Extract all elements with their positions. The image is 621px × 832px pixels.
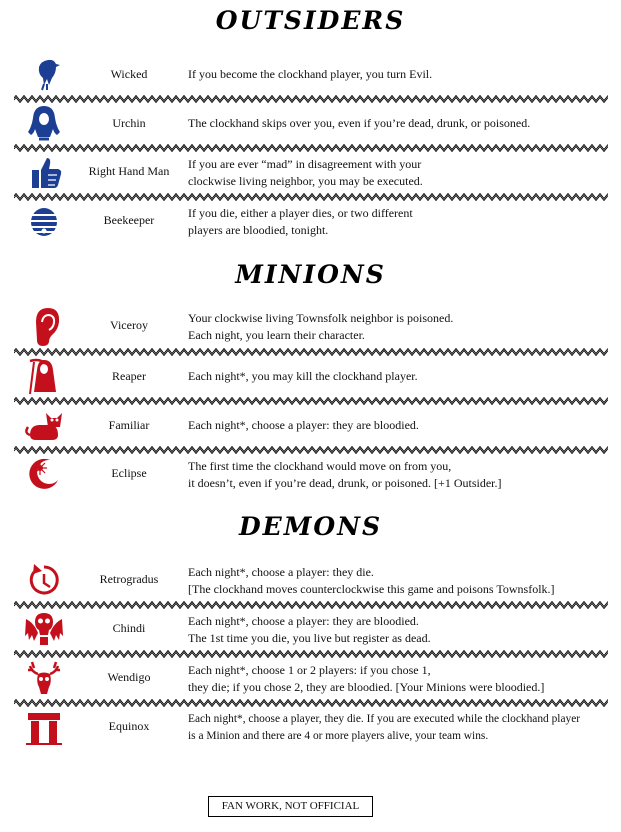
character-row-reaper: Reaper Each night*, you may kill the cloc… xyxy=(14,356,608,400)
minions-heading: MINIONS xyxy=(235,260,386,289)
ability-text: Each night*, choose a player: they are b… xyxy=(188,613,608,646)
cat-icon xyxy=(22,405,66,445)
character-name: Reaper xyxy=(112,369,146,383)
character-row-equinox: Equinox Each night*, choose a player, the… xyxy=(14,707,608,751)
character-name: Viceroy xyxy=(110,318,148,332)
ability-line: Each night*, choose a player: they are b… xyxy=(188,614,419,628)
ability-line: players are bloodied, tonight. xyxy=(188,222,329,237)
ability-text: If you are ever “mad” in disagreement wi… xyxy=(188,156,608,189)
ability-line: If you die, either a player dies, or two… xyxy=(188,206,413,220)
ability-line: it doesn’t, even if you’re dead, drunk, … xyxy=(188,475,502,490)
ability-line: [The clockhand moves counterclockwise th… xyxy=(188,581,555,596)
counterclockwise-icon xyxy=(22,560,66,600)
zigzag-divider xyxy=(14,446,608,454)
winged-skull-icon xyxy=(22,609,66,649)
ability-line: Each night*, choose a player: they are b… xyxy=(188,418,419,432)
ability-line: The 1st time you die, you live but regis… xyxy=(188,630,431,645)
character-row-right-hand-man: Right Hand Man If you are ever “mad” in d… xyxy=(14,152,608,196)
ability-line: Each night*, choose 1 or 2 players: if y… xyxy=(188,663,431,677)
ability-line: Each night*, choose a player: they die. xyxy=(188,565,374,579)
character-row-viceroy: Viceroy Your clockwise living Townsfolk n… xyxy=(14,306,608,350)
thumbs-up-icon xyxy=(22,152,66,192)
raven-icon xyxy=(22,54,66,94)
character-name: Retrogradus xyxy=(99,572,159,586)
zigzag-divider xyxy=(14,397,608,405)
ability-line: The first time the clockhand would move … xyxy=(188,459,452,473)
ability-line: Each night, you learn their character. xyxy=(188,327,365,342)
character-row-familiar: Familiar Each night*, choose a player: th… xyxy=(14,405,608,449)
ability-line: The clockhand skips over you, even if yo… xyxy=(188,116,531,130)
ability-line: clockwise living neighbor, you may be ex… xyxy=(188,173,423,188)
ear-icon xyxy=(22,306,66,346)
character-row-wicked: Wicked If you become the clockhand player… xyxy=(14,54,608,98)
zigzag-divider xyxy=(14,193,608,201)
ability-line: Your clockwise living Townsfolk neighbor… xyxy=(188,311,454,325)
ability-text: The first time the clockhand would move … xyxy=(188,458,608,491)
character-name: Right Hand Man xyxy=(88,164,170,178)
character-row-beekeeper: Beekeeper If you die, either a player die… xyxy=(14,201,608,245)
character-row-retrogradus: Retrogradus Each night*, choose a player:… xyxy=(14,560,608,604)
character-name: Eclipse xyxy=(111,466,147,480)
ability-text: Each night*, choose a player: they are b… xyxy=(188,417,608,434)
character-name: Urchin xyxy=(112,116,146,130)
beehive-icon xyxy=(22,201,66,241)
ability-text: Each night*, choose a player: they die. [… xyxy=(188,564,608,597)
zigzag-divider xyxy=(14,650,608,658)
zigzag-divider xyxy=(14,95,608,103)
zigzag-divider xyxy=(14,348,608,356)
zigzag-divider xyxy=(14,601,608,609)
character-row-urchin: Urchin The clockhand skips over you, even… xyxy=(14,103,608,147)
ability-text: Each night*, you may kill the clockhand … xyxy=(188,368,608,385)
ability-text: Each night*, choose a player, they die. … xyxy=(188,711,608,744)
demons-heading: DEMONS xyxy=(238,512,383,541)
ability-line: If you are ever “mad” in disagreement wi… xyxy=(188,157,422,171)
character-row-eclipse: Eclipse The first time the clockhand woul… xyxy=(14,454,608,498)
stone-arch-icon xyxy=(22,707,66,747)
antlered-skull-icon xyxy=(22,658,66,698)
character-name: Wendigo xyxy=(107,670,151,684)
eclipse-icon xyxy=(22,454,66,494)
ability-text: The clockhand skips over you, even if yo… xyxy=(188,115,608,132)
hooded-child-icon xyxy=(22,103,66,143)
ability-line: is a Minion and there are 4 or more play… xyxy=(188,729,489,742)
ability-line: If you become the clockhand player, you … xyxy=(188,67,433,81)
outsiders-heading: OUTSIDERS xyxy=(215,6,406,35)
zigzag-divider xyxy=(14,144,608,152)
ability-line: they die; if you chose 2, they are blood… xyxy=(188,679,545,694)
character-name: Beekeeper xyxy=(103,213,155,227)
character-row-wendigo: Wendigo Each night*, choose 1 or 2 player… xyxy=(14,658,608,702)
ability-text: Each night*, choose 1 or 2 players: if y… xyxy=(188,662,608,695)
character-name: Chindi xyxy=(112,621,146,635)
grim-reaper-icon xyxy=(22,356,66,396)
ability-line: Each night*, you may kill the clockhand … xyxy=(188,369,418,383)
character-name: Familiar xyxy=(108,418,150,432)
ability-line: Each night*, choose a player, they die. … xyxy=(188,713,581,725)
ability-text: If you become the clockhand player, you … xyxy=(188,66,608,83)
character-name: Equinox xyxy=(108,719,150,733)
character-row-chindi: Chindi Each night*, choose a player: they… xyxy=(14,609,608,653)
zigzag-divider xyxy=(14,699,608,707)
character-name: Wicked xyxy=(110,67,148,81)
ability-text: Your clockwise living Townsfolk neighbor… xyxy=(188,310,608,343)
fan-work-notice: FAN WORK, NOT OFFICIAL xyxy=(208,796,373,817)
ability-text: If you die, either a player dies, or two… xyxy=(188,205,608,238)
